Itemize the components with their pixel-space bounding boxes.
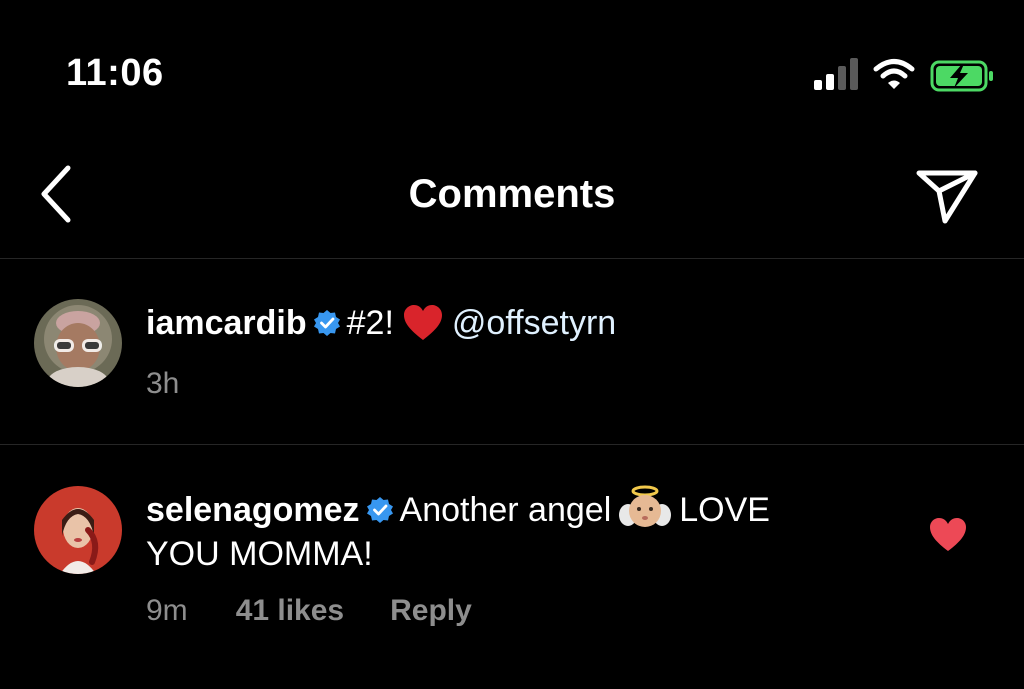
signal-icon bbox=[814, 58, 858, 90]
comment-meta: 9m 41 likes Reply bbox=[146, 594, 472, 628]
red-heart-emoji-icon bbox=[402, 304, 444, 342]
paper-plane-icon bbox=[916, 170, 978, 224]
status-bar: 11:06 bbox=[0, 0, 1024, 120]
like-button[interactable] bbox=[928, 517, 968, 553]
wifi-icon bbox=[873, 59, 915, 89]
comment-text: iamcardib #2! @offsetyrn bbox=[146, 301, 866, 345]
avatar[interactable] bbox=[34, 486, 122, 574]
comment-item: iamcardib #2! @offsetyrn 3h bbox=[0, 259, 1024, 445]
status-icons bbox=[812, 56, 1002, 96]
likes-count[interactable]: 41 likes bbox=[236, 594, 344, 628]
mention-link[interactable]: @offsetyrn bbox=[452, 304, 616, 342]
verified-badge-icon bbox=[366, 491, 394, 523]
comment-meta: 3h bbox=[146, 367, 227, 401]
comment-timestamp: 3h bbox=[146, 367, 180, 400]
comment-text: selenagomez Another angel LOVE YOU MOMMA! bbox=[146, 485, 886, 576]
comment-body: Another angel bbox=[399, 491, 612, 529]
comment-body-continued: LOVE bbox=[679, 491, 770, 529]
nav-bar: Comments bbox=[0, 140, 1024, 259]
baby-angel-emoji-icon bbox=[619, 485, 672, 531]
reply-button[interactable]: Reply bbox=[390, 594, 472, 628]
comment-body-line2: YOU MOMMA! bbox=[146, 535, 373, 573]
status-time: 11:06 bbox=[66, 52, 164, 94]
verified-badge-icon bbox=[313, 304, 341, 336]
comment-body: #2! bbox=[346, 304, 394, 342]
avatar[interactable] bbox=[34, 299, 122, 387]
battery-charging-icon bbox=[930, 60, 993, 92]
share-button[interactable] bbox=[912, 164, 982, 228]
page-title: Comments bbox=[408, 172, 616, 216]
comment-username[interactable]: iamcardib bbox=[146, 304, 307, 342]
comment-item: selenagomez Another angel LOVE YOU MOMMA! 9… bbox=[0, 445, 1024, 689]
comment-username[interactable]: selenagomez bbox=[146, 491, 360, 529]
heart-filled-icon bbox=[930, 518, 966, 551]
comment-timestamp: 9m bbox=[146, 594, 188, 627]
